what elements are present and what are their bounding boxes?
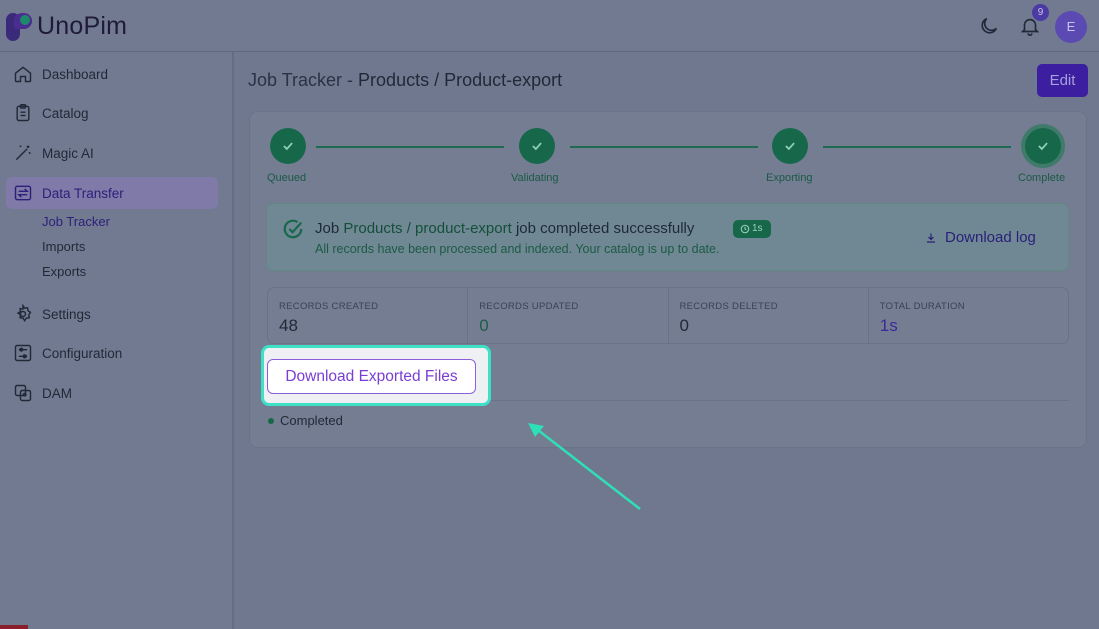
page-title-main: Products / Product-export [358, 70, 563, 90]
sidebar-item-label: Data Transfer [42, 185, 124, 201]
dark-mode-moon-icon[interactable] [978, 15, 1000, 37]
stat-value: 0 [679, 316, 689, 335]
page-title: Job Tracker - Products / Product-export [248, 70, 562, 91]
stat-value: 0 [479, 316, 489, 335]
step-validating [519, 128, 555, 164]
sidebar-item-catalog[interactable]: Catalog [6, 97, 218, 129]
data-transfer-icon [14, 185, 32, 201]
stat-total-duration: TOTAL DURATION 1s [869, 288, 1068, 343]
annotation-arrow-icon [528, 423, 641, 510]
step-connector [570, 146, 758, 148]
sidebar-item-magic-ai[interactable]: Magic AI [6, 137, 218, 169]
stat-records-updated: RECORDS UPDATED 0 [468, 288, 669, 343]
stat-key: RECORDS UPDATED [479, 301, 579, 312]
sidebar-item-label: Catalog [42, 105, 89, 121]
stat-records-deleted: RECORDS DELETED 0 [669, 288, 869, 343]
check-icon [283, 142, 293, 151]
app-logo[interactable]: UnoPim [6, 12, 127, 41]
clock-icon [740, 224, 750, 234]
sidebar-item-settings[interactable]: Settings [6, 298, 218, 330]
step-exporting [772, 128, 808, 164]
job-name-link[interactable]: Products / product-export [343, 220, 511, 237]
check-icon [1038, 142, 1048, 151]
stat-value: 1s [879, 316, 898, 335]
check-icon [532, 142, 542, 151]
sidebar-item-dam[interactable]: DAM [6, 377, 218, 409]
sidebar-item-configuration[interactable]: Configuration [6, 337, 218, 369]
sidebar: Dashboard Catalog Magic AI Data Transfer… [0, 52, 234, 629]
success-title-suffix: job completed successfully [511, 220, 695, 237]
sidebar-item-data-transfer[interactable]: Data Transfer [6, 177, 218, 209]
magic-wand-icon [15, 145, 31, 161]
check-icon [785, 142, 795, 151]
sidebar-subitem-imports[interactable]: Imports [42, 239, 85, 254]
home-icon [14, 66, 32, 83]
download-log-link[interactable]: Download log [925, 229, 1036, 246]
user-avatar[interactable]: E [1055, 11, 1087, 43]
sidebar-item-dashboard[interactable]: Dashboard [6, 58, 218, 90]
page-title-separator: - [342, 70, 359, 90]
step-queued [270, 128, 306, 164]
sidebar-item-label: Magic AI [42, 145, 94, 161]
notification-count-badge: 9 [1032, 4, 1049, 21]
logo-mark-icon [6, 12, 33, 41]
step-label: Queued [267, 172, 307, 184]
stat-key: TOTAL DURATION [879, 301, 965, 312]
stats-row: RECORDS CREATED 48 RECORDS UPDATED 0 REC… [267, 287, 1069, 344]
status-text: Completed [280, 413, 343, 428]
stat-key: RECORDS DELETED [679, 301, 778, 312]
sliders-icon [14, 344, 32, 362]
sidebar-item-label: Dashboard [42, 66, 109, 82]
page-title-prefix: Job Tracker [248, 70, 343, 90]
check-circle-icon [283, 219, 303, 239]
step-connector [316, 146, 504, 148]
success-subtitle: All records have been processed and inde… [315, 242, 720, 256]
edit-button[interactable]: Edit [1037, 64, 1088, 97]
status-dot [268, 418, 274, 424]
step-connector [823, 146, 1011, 148]
download-icon [927, 233, 935, 243]
gear-icon [16, 304, 32, 322]
window-edge-marker [0, 625, 28, 629]
images-icon [14, 384, 32, 402]
sidebar-subitem-exports[interactable]: Exports [42, 264, 86, 279]
success-title: Job Products / product-export job comple… [315, 220, 694, 237]
stat-records-created: RECORDS CREATED 48 [268, 288, 469, 343]
success-title-prefix: Job [315, 220, 344, 237]
sidebar-item-label: DAM [42, 385, 72, 401]
sidebar-subitem-job-tracker[interactable]: Job Tracker [42, 214, 110, 229]
step-complete [1025, 128, 1061, 164]
step-label: Exporting [766, 172, 813, 184]
top-bar: UnoPim 9 E [0, 0, 1099, 52]
download-log-label: Download log [945, 229, 1036, 246]
duration-badge: 1s [733, 220, 771, 238]
download-exported-files-button[interactable]: Download Exported Files [267, 359, 476, 394]
step-label: Validating [511, 172, 559, 184]
clipboard-icon [16, 103, 30, 122]
sidebar-item-label: Configuration [42, 345, 123, 361]
sidebar-item-label: Settings [42, 306, 91, 322]
duration-badge-text: 1s [752, 223, 763, 234]
stat-key: RECORDS CREATED [279, 301, 379, 312]
stat-value: 48 [279, 316, 298, 335]
logo-text: UnoPim [37, 12, 128, 40]
step-label: Complete [1018, 172, 1066, 184]
